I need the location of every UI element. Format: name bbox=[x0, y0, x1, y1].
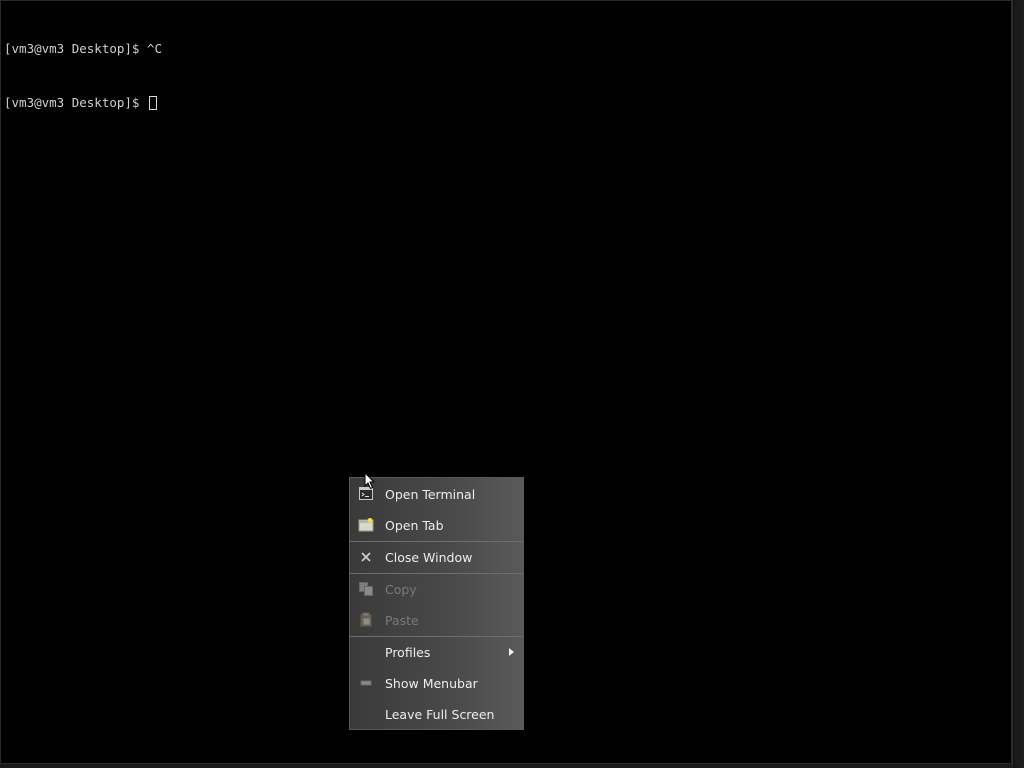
menu-item-label: Close Window bbox=[385, 549, 473, 565]
menu-item-label: Open Tab bbox=[385, 517, 444, 533]
menu-item-label: Copy bbox=[385, 581, 417, 597]
menu-item-label: Profiles bbox=[385, 644, 431, 660]
menu-item-open-tab[interactable]: Open Tab bbox=[350, 510, 523, 540]
terminal-output[interactable]: [vm3@vm3 Desktop]$ ^C [vm3@vm3 Desktop]$ bbox=[4, 4, 162, 148]
menu-item-label: Show Menubar bbox=[385, 675, 478, 691]
close-icon bbox=[358, 549, 374, 565]
vertical-scrollbar[interactable] bbox=[1012, 0, 1024, 768]
context-menu: Open Terminal Open Tab Close Window Copy… bbox=[349, 477, 524, 730]
terminal-line: [vm3@vm3 Desktop]$ ^C bbox=[4, 41, 163, 56]
copy-icon bbox=[358, 581, 374, 597]
menu-item-close-window[interactable]: Close Window bbox=[350, 542, 523, 572]
menu-item-label: Open Terminal bbox=[385, 486, 476, 502]
menu-item-label: Paste bbox=[385, 612, 419, 628]
scrollbar-thumb[interactable] bbox=[1015, 2, 1022, 766]
menu-item-profiles[interactable]: Profiles bbox=[350, 637, 523, 667]
menu-item-leave-full-screen[interactable]: Leave Full Screen bbox=[350, 699, 523, 729]
menu-item-label: Leave Full Screen bbox=[385, 706, 495, 722]
mouse-pointer-icon bbox=[364, 472, 376, 490]
terminal-prompt-line: [vm3@vm3 Desktop]$ bbox=[4, 94, 162, 112]
submenu-arrow-icon bbox=[509, 648, 514, 656]
menu-item-copy[interactable]: Copy bbox=[350, 574, 523, 604]
window-bottom-edge bbox=[0, 764, 1012, 768]
text-cursor bbox=[149, 96, 157, 110]
new-tab-icon bbox=[358, 517, 374, 533]
menubar-icon bbox=[358, 675, 374, 691]
terminal-prompt: [vm3@vm3 Desktop]$ bbox=[4, 95, 147, 110]
menu-item-show-menubar[interactable]: Show Menubar bbox=[350, 668, 523, 698]
menu-item-paste[interactable]: Paste bbox=[350, 605, 523, 635]
paste-icon bbox=[358, 612, 374, 628]
